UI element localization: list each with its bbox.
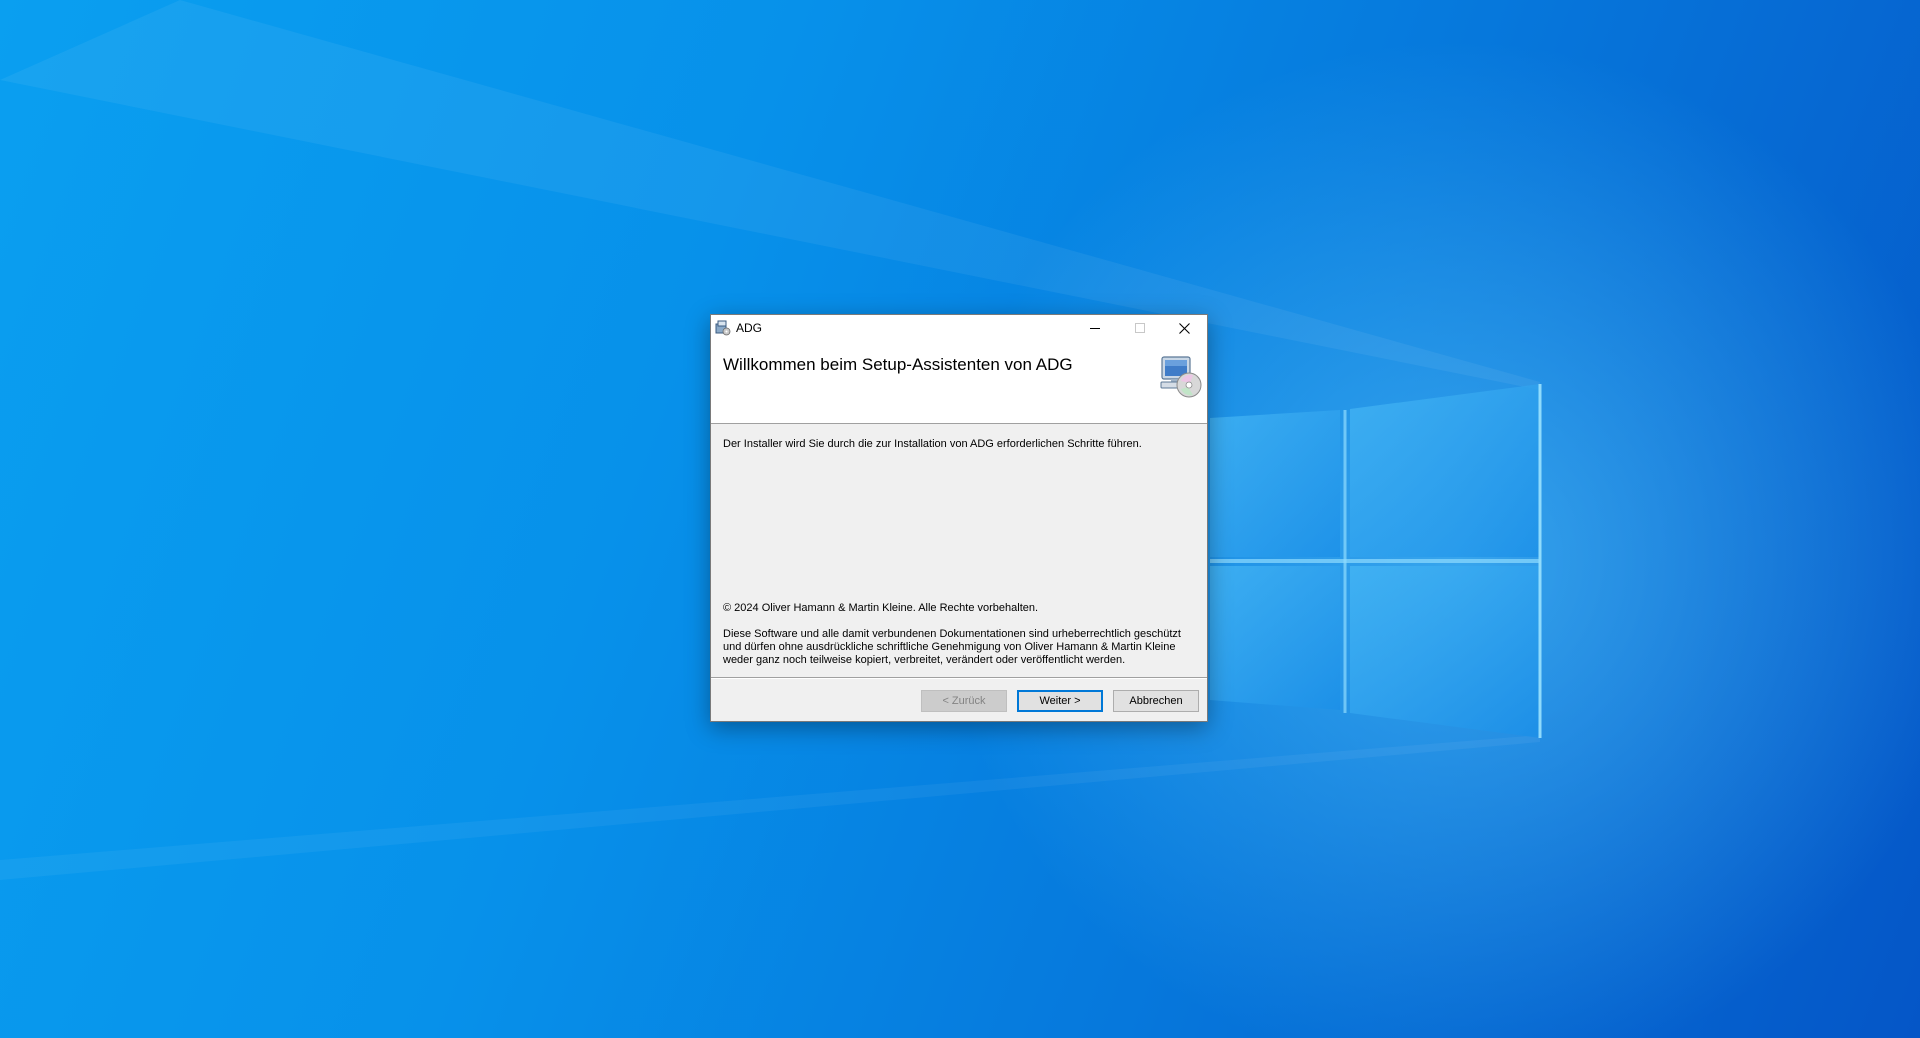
next-button[interactable]: Weiter > bbox=[1017, 690, 1103, 712]
close-button[interactable] bbox=[1162, 315, 1207, 341]
wizard-footer: < Zurück Weiter > Abbrechen bbox=[711, 677, 1207, 721]
maximize-button bbox=[1117, 315, 1162, 341]
installer-app-icon bbox=[715, 320, 731, 336]
back-button: < Zurück bbox=[921, 690, 1007, 712]
title-bar[interactable]: ADG bbox=[711, 315, 1207, 341]
wizard-content: Der Installer wird Sie durch die zur Ins… bbox=[711, 424, 1207, 689]
wizard-header: Willkommen beim Setup-Assistenten von AD… bbox=[711, 341, 1207, 424]
installer-window: ADG Willkommen beim Setup-Assistenten vo… bbox=[710, 314, 1208, 722]
legal-notice: Diese Software und alle damit verbundene… bbox=[723, 628, 1181, 666]
close-icon bbox=[1179, 322, 1190, 334]
computer-cd-icon bbox=[1160, 356, 1202, 398]
cancel-button[interactable]: Abbrechen bbox=[1113, 690, 1199, 712]
wizard-title: Willkommen beim Setup-Assistenten von AD… bbox=[723, 355, 1073, 374]
minimize-button[interactable] bbox=[1072, 315, 1117, 341]
window-title: ADG bbox=[736, 321, 763, 335]
caption-buttons bbox=[1072, 315, 1207, 341]
desktop: ADG Willkommen beim Setup-Assistenten vo… bbox=[0, 0, 1920, 1038]
maximize-icon bbox=[1134, 323, 1145, 333]
intro-text: Der Installer wird Sie durch die zur Ins… bbox=[723, 438, 1142, 450]
minimize-icon bbox=[1089, 328, 1100, 329]
copyright-text: © 2024 Oliver Hamann & Martin Kleine. Al… bbox=[723, 602, 1039, 614]
